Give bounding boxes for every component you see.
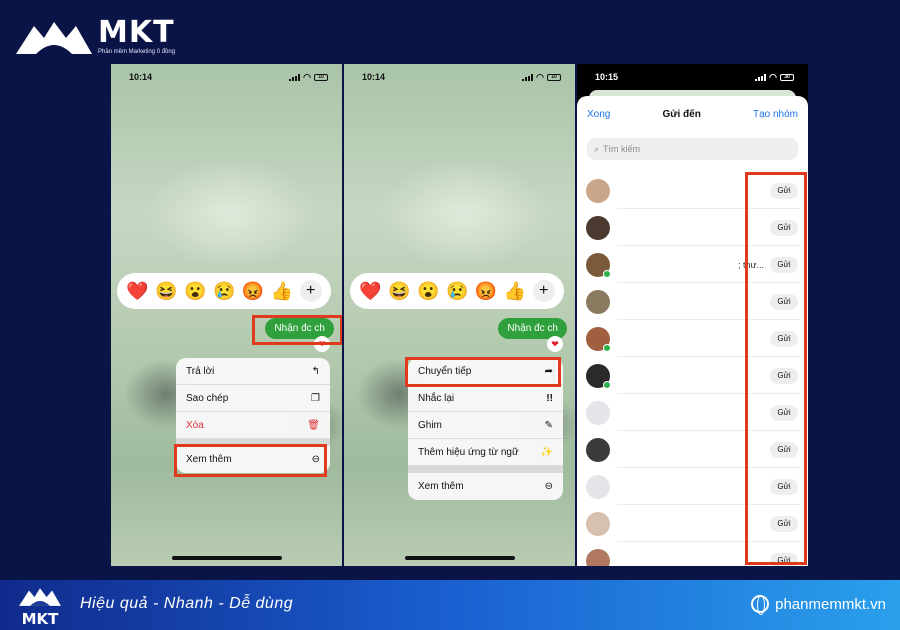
more-circle-icon: ⊖ [544, 481, 553, 492]
home-indicator [404, 556, 515, 560]
contact-avatar [586, 400, 610, 425]
brand-tagline: Phần mềm Marketing 0 đồng [98, 48, 176, 55]
heart-reaction[interactable]: ❤️ [359, 281, 381, 302]
status-time: 10:14 [129, 72, 153, 82]
home-indicator [171, 556, 282, 560]
menu-item-copy[interactable]: Sao chép ❐ [176, 385, 330, 412]
reaction-bar: ❤️ 😆 😮 😢 😡 👍 + [350, 273, 564, 309]
status-bar: 10:14 ◠ 10 [344, 64, 575, 90]
phone-screen-3: 10:15 ◠ 30 Xong Gửi đến Tạo nhóm ⌕ Tìm k… [577, 64, 808, 566]
like-reaction[interactable]: 👍 [271, 281, 293, 302]
contact-avatar [586, 215, 610, 240]
search-placeholder: Tìm kiếm [603, 144, 641, 154]
footer-banner: MKT Hiệu quả - Nhanh - Dễ dùng phanmemmk… [0, 580, 900, 630]
highlight-bubble [252, 315, 342, 345]
angry-reaction[interactable]: 😡 [242, 281, 264, 302]
battery-icon: 10 [547, 73, 561, 81]
done-button[interactable]: Xong [587, 109, 610, 120]
globe-icon [751, 595, 770, 615]
remind-icon: !! [546, 392, 553, 404]
trash-icon: 🗑 [307, 419, 320, 431]
contact-avatar [586, 511, 610, 536]
create-group-button[interactable]: Tạo nhóm [753, 109, 798, 120]
reply-icon: ↰ [311, 365, 320, 377]
signal-icon [289, 73, 301, 81]
more-reactions-button[interactable]: + [532, 280, 555, 302]
angry-reaction[interactable]: 😡 [475, 281, 497, 302]
contact-avatar [586, 363, 611, 389]
sad-reaction[interactable]: 😢 [213, 281, 235, 302]
effects-icon: ✨ [540, 446, 553, 458]
status-time: 10:15 [595, 72, 619, 82]
mkt-logo: MKT Phần mềm Marketing 0 đồng [14, 16, 175, 56]
wifi-icon: ◠ [769, 71, 777, 82]
menu-item-pin[interactable]: Ghim ✎ [408, 412, 563, 439]
mountain-logo-icon [16, 22, 92, 54]
battery-icon: 30 [780, 73, 794, 81]
online-indicator [603, 343, 611, 352]
phone-screen-2: 10:14 ◠ 10 ❤️ 😆 😮 😢 😡 👍 + Nhận đc ch ❤ C… [344, 64, 575, 566]
phone-screen-1: 10:14 ◠ 10 ❤️ 😆 😮 😢 😡 👍 + Nhận đc ch ❤ T… [111, 64, 342, 566]
search-input[interactable]: ⌕ Tìm kiếm [587, 138, 798, 160]
menu-item-delete[interactable]: Xóa 🗑 [176, 412, 330, 439]
more-reactions-button[interactable]: + [299, 280, 322, 302]
contact-avatar [586, 474, 610, 499]
footer-brand-name: MKT [21, 610, 59, 628]
wifi-icon: ◠ [303, 71, 311, 82]
menu-item-word-effects[interactable]: Thêm hiệu ứng từ ngữ ✨ [408, 439, 563, 466]
battery-icon: 10 [314, 73, 328, 81]
sad-reaction[interactable]: 😢 [446, 281, 468, 302]
online-indicator [603, 380, 611, 389]
reaction-bar: ❤️ 😆 😮 😢 😡 👍 + [117, 273, 331, 309]
menu-item-more[interactable]: Xem thêm ⊖ [408, 473, 563, 500]
highlight-forward [405, 357, 561, 387]
pin-icon: ✎ [544, 419, 553, 431]
wow-reaction[interactable]: 😮 [417, 281, 439, 302]
mountain-logo-icon [19, 588, 61, 606]
sheet-header: Xong Gửi đến Tạo nhóm [577, 96, 808, 132]
laugh-reaction[interactable]: 😆 [388, 281, 410, 302]
menu-separator [408, 466, 563, 473]
signal-icon [522, 73, 534, 81]
contact-avatar [586, 548, 610, 566]
contact-avatar [586, 289, 610, 314]
menu-item-remind[interactable]: Nhắc lại !! [408, 385, 563, 412]
website-text: phanmemmkt.vn [775, 595, 886, 613]
status-time: 10:14 [362, 72, 386, 82]
highlight-more [174, 444, 327, 477]
heart-badge-icon: ❤ [547, 336, 563, 352]
like-reaction[interactable]: 👍 [504, 281, 526, 302]
laugh-reaction[interactable]: 😆 [155, 281, 177, 302]
contact-avatar [586, 252, 611, 278]
footer-slogan: Hiệu quả - Nhanh - Dễ dùng [80, 595, 294, 612]
highlight-send-buttons [745, 172, 807, 565]
menu-item-reply[interactable]: Trả lời ↰ [176, 358, 330, 385]
status-bar: 10:14 ◠ 10 [111, 64, 342, 90]
contact-avatar [586, 437, 610, 462]
brand-name: MKT [98, 14, 175, 50]
online-indicator [603, 269, 611, 278]
website-link[interactable]: phanmemmkt.vn [751, 595, 886, 615]
wifi-icon: ◠ [536, 71, 544, 82]
contact-avatar [586, 178, 610, 203]
contact-avatar [586, 326, 611, 352]
copy-icon: ❐ [311, 392, 320, 404]
signal-icon [755, 73, 767, 81]
status-bar: 10:15 ◠ 30 [577, 64, 808, 90]
footer-logo: MKT [16, 585, 64, 628]
sheet-title: Gửi đến [662, 108, 701, 120]
wow-reaction[interactable]: 😮 [184, 281, 206, 302]
heart-reaction[interactable]: ❤️ [126, 281, 148, 302]
search-icon: ⌕ [594, 143, 600, 154]
